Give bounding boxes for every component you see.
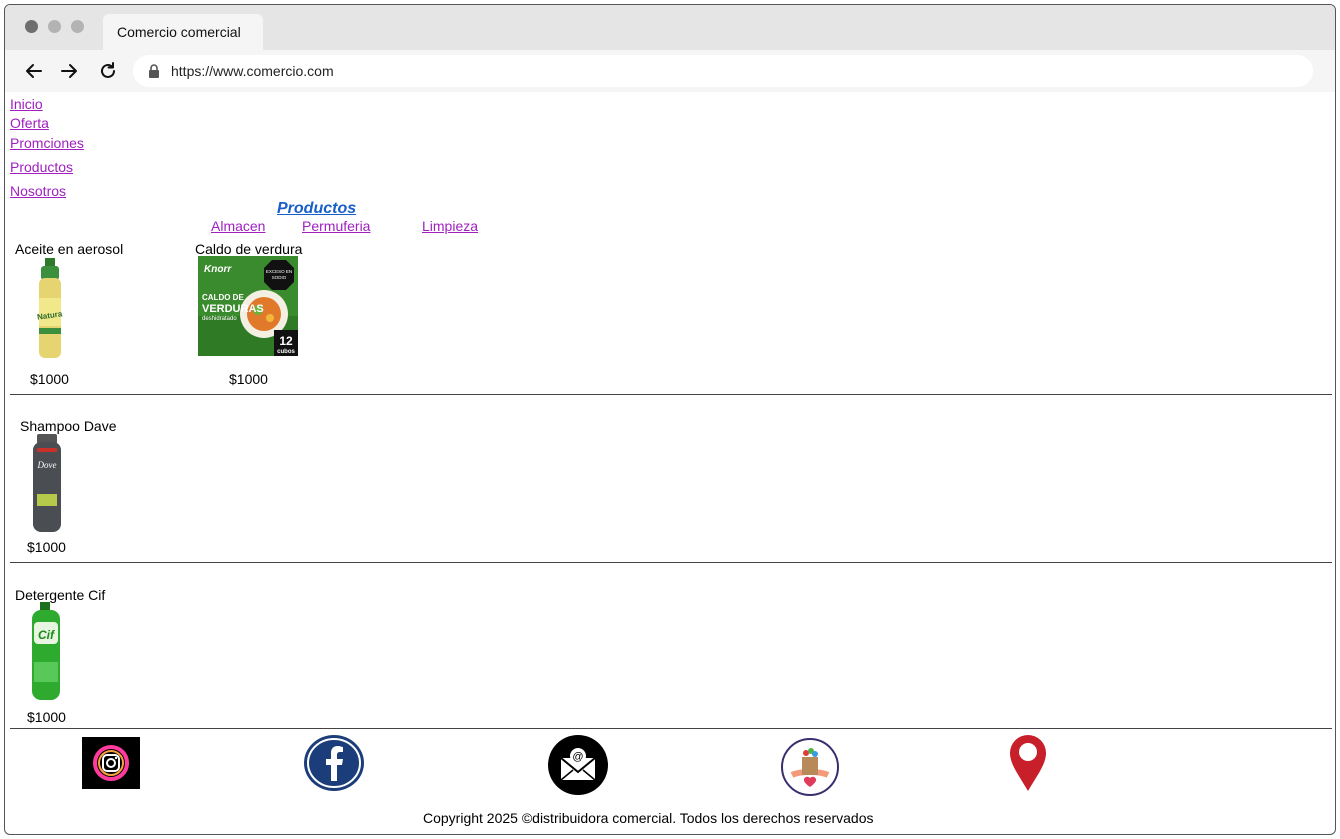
svg-text:@: @ (572, 751, 583, 763)
product-image-caldo[interactable]: Knorr CALDO DE VERDURAS deshidratado EXC… (198, 256, 298, 356)
category-limpieza[interactable]: Limpieza (422, 218, 478, 234)
nav-link-oferta[interactable]: Oferta (10, 115, 49, 131)
category-perfumeria[interactable]: Permuferia (302, 218, 370, 234)
url-text: https://www.comercio.com (171, 63, 334, 79)
email-icon[interactable]: @ (547, 734, 609, 796)
products-heading: Productos (277, 200, 357, 217)
svg-text:CALDO DE: CALDO DE (202, 293, 244, 302)
nav-link-inicio[interactable]: Inicio (10, 96, 43, 112)
divider (10, 394, 1332, 395)
product-image-shampoo[interactable]: Dove (29, 434, 65, 534)
category-almacen[interactable]: Almacen (211, 218, 265, 234)
product-name: Caldo de verdura (195, 241, 303, 257)
nav-link-promociones[interactable]: Promciones (10, 135, 84, 151)
facebook-icon[interactable] (302, 733, 366, 793)
maximize-window-button[interactable] (71, 20, 84, 33)
copyright-text: Copyright 2025 ©distribuidora comercial.… (423, 810, 874, 826)
svg-text:deshidratado: deshidratado (202, 316, 237, 322)
page-content: Inicio Oferta Promciones Productos Nosot… (5, 92, 1335, 834)
svg-text:VERDURAS: VERDURAS (202, 303, 264, 315)
product-price: $1000 (27, 539, 66, 555)
product-name: Aceite en aerosol (15, 241, 124, 257)
svg-text:Cif: Cif (38, 628, 55, 642)
title-bar: Comercio comercial (5, 5, 1335, 50)
product-image-detergente[interactable]: Cif (28, 602, 64, 702)
svg-text:12: 12 (279, 334, 293, 348)
store-logo-icon[interactable] (780, 737, 840, 797)
nav-link-nosotros[interactable]: Nosotros (10, 183, 66, 199)
browser-window: Comercio comercial https://www.comercio.… (4, 4, 1336, 835)
product-price: $1000 (229, 371, 268, 387)
divider (10, 562, 1332, 563)
close-window-button[interactable] (25, 20, 38, 33)
product-price: $1000 (30, 371, 69, 387)
instagram-icon[interactable] (82, 737, 140, 789)
address-bar[interactable]: https://www.comercio.com (133, 55, 1313, 87)
product-price: $1000 (27, 709, 66, 725)
nav-link-productos[interactable]: Productos (10, 159, 73, 175)
reload-icon[interactable] (97, 60, 119, 82)
product-name: Detergente Cif (15, 587, 106, 603)
back-arrow-icon[interactable] (23, 60, 45, 82)
lock-icon (149, 64, 159, 78)
divider (10, 728, 1332, 729)
product-name: Shampoo Dave (20, 418, 117, 434)
browser-tab[interactable]: Comercio comercial (103, 14, 263, 50)
tab-title: Comercio comercial (117, 24, 241, 40)
svg-text:Dove: Dove (37, 460, 57, 470)
svg-text:SODIO: SODIO (272, 275, 287, 280)
svg-text:Knorr: Knorr (204, 264, 232, 275)
location-pin-icon[interactable] (1008, 734, 1048, 792)
svg-text:cubos: cubos (277, 349, 295, 355)
forward-arrow-icon[interactable] (58, 60, 80, 82)
minimize-window-button[interactable] (48, 20, 61, 33)
svg-text:EXCESO EN: EXCESO EN (266, 269, 292, 274)
browser-toolbar: https://www.comercio.com (5, 50, 1335, 92)
product-image-aceite[interactable]: Natura (35, 258, 65, 362)
